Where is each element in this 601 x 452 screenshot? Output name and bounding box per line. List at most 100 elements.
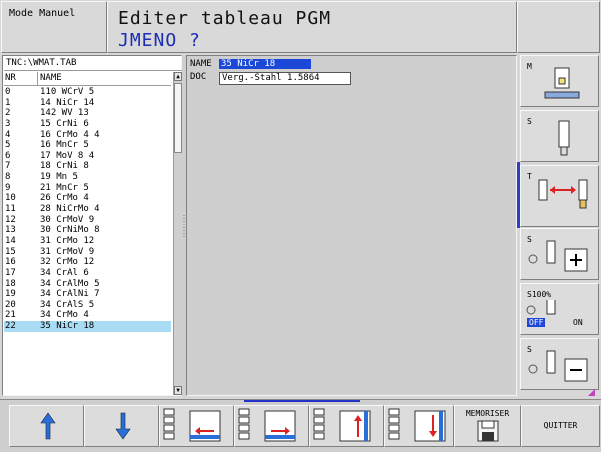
row-nr: 5 — [5, 140, 11, 151]
table-row[interactable]: 2 142 WV 13 — [4, 108, 171, 119]
row-nr: 6 — [5, 150, 11, 161]
row-name: 16 CrMo 4 4 — [40, 129, 100, 140]
row-name: 32 CrMo 12 — [40, 257, 95, 268]
table-row[interactable]: 20 34 CrAlS 5 — [4, 300, 171, 311]
save-disk-icon — [477, 420, 499, 442]
row-nr: 4 — [5, 129, 11, 140]
softkey-end[interactable] — [384, 405, 454, 447]
row-nr: 15 — [5, 246, 16, 257]
softkey-begin[interactable] — [309, 405, 384, 447]
table-row[interactable]: 16 32 CrMo 12 — [4, 257, 171, 268]
row-name: 18 CrNi 8 — [40, 161, 89, 172]
column-right-icon — [238, 408, 296, 442]
record-form: NAME 35 NiCr 18 DOC Verg.-Stahl 1.5864 — [186, 55, 517, 396]
row-name: 31 CrMo 12 — [40, 235, 95, 246]
spindle-plus-icon — [528, 240, 588, 272]
softkey-quitter[interactable]: QUITTER — [521, 405, 600, 447]
row-nr: 1 — [5, 97, 11, 108]
row-name: 19 Mn 5 — [40, 172, 78, 183]
softkey-page-right[interactable] — [234, 405, 309, 447]
softkey-up[interactable] — [9, 405, 84, 447]
row-nr: 20 — [5, 299, 16, 310]
table-row[interactable]: 10 26 CrMo 4 — [4, 193, 171, 204]
column-header-name[interactable]: NAME — [40, 72, 62, 85]
row-name: 14 NiCr 14 — [40, 97, 95, 108]
table-row[interactable]: 11 28 NiCrMo 4 — [4, 204, 171, 215]
table-row[interactable]: 13 30 CrNiMo 8 — [4, 225, 171, 236]
table-row[interactable]: 0 110 WCrV 5 — [4, 87, 171, 98]
row-name: 26 CrMo 4 — [40, 193, 89, 204]
row-nr: 2 — [5, 108, 11, 119]
column-left-icon — [163, 408, 221, 442]
row-nr: 19 — [5, 289, 16, 300]
go-end-icon — [388, 408, 446, 442]
side-key-m[interactable]: M — [520, 55, 599, 107]
row-name: 110 WCrV 5 — [40, 87, 95, 97]
table-row[interactable]: 8 19 Mn 5 — [4, 172, 171, 183]
row-name: 16 MnCr 5 — [40, 140, 89, 151]
field-doc-label: DOC — [190, 72, 207, 82]
override-off[interactable]: OFF — [527, 318, 546, 327]
table-scrollbar[interactable]: ▲ ▼ — [173, 72, 182, 395]
side-key-s-plus[interactable]: S — [520, 228, 599, 280]
column-header-nr[interactable]: NR — [5, 72, 38, 85]
row-name: 17 MoV 8 4 — [40, 150, 95, 161]
table-rows: 0 110 WCrV 5 1 14 NiCr 14 2 142 WV 13 3 15 CrNi… — [4, 87, 171, 332]
row-nr: 13 — [5, 225, 16, 236]
side-key-t[interactable]: T — [520, 165, 599, 227]
table-row[interactable]: 6 17 MoV 8 4 — [4, 151, 171, 162]
scroll-thumb[interactable] — [174, 83, 182, 153]
override-on[interactable]: ON — [573, 318, 583, 327]
title-area: Editer tableau PGM JMENO ? — [107, 1, 517, 53]
row-name: 142 WV 13 — [40, 108, 89, 119]
table-row[interactable]: 4 16 CrMo 4 4 — [4, 130, 171, 141]
field-name-input[interactable]: 35 NiCr 18 — [219, 59, 311, 69]
row-name: 28 NiCrMo 4 — [40, 204, 100, 215]
field-doc-input[interactable]: Verg.-Stahl 1.5864 — [219, 72, 351, 85]
table-row[interactable]: 1 14 NiCr 14 — [4, 98, 171, 109]
row-nr: 17 — [5, 267, 16, 278]
table-row[interactable]: 14 31 CrMo 12 — [4, 236, 171, 247]
row-name: 35 NiCr 18 — [40, 321, 95, 332]
scroll-down-icon[interactable]: ▼ — [174, 386, 182, 395]
tnc-screen: Mode Manuel Editer tableau PGM JMENO ? T… — [0, 0, 601, 452]
table-row[interactable]: 21 34 CrMo 4 — [4, 310, 171, 321]
scroll-up-icon[interactable]: ▲ — [174, 72, 182, 81]
arrow-down-icon — [115, 412, 131, 440]
row-nr: 14 — [5, 235, 16, 246]
table-row[interactable]: 12 30 CrMoV 9 — [4, 215, 171, 226]
table-row[interactable]: 22 35 NiCr 18 — [4, 321, 171, 332]
table-row[interactable]: 7 18 CrNi 8 — [4, 161, 171, 172]
table-list: TNC:\WMAT.TAB NR NAME 0 110 WCrV 5 1 14 NiC… — [2, 55, 182, 396]
row-name: 21 MnCr 5 — [40, 182, 89, 193]
table-header: NR NAME — [4, 72, 171, 86]
row-name: 31 CrMoV 9 — [40, 246, 95, 257]
table-row[interactable]: 3 15 CrNi 6 — [4, 119, 171, 130]
table-row[interactable]: 17 34 CrAl 6 — [4, 268, 171, 279]
row-name: 34 CrAl 6 — [40, 267, 89, 278]
row-nr: 18 — [5, 278, 16, 289]
override-label: S100% — [527, 290, 552, 299]
softkey-memoriser[interactable]: MEMORISER — [454, 405, 521, 447]
side-key-s-minus[interactable]: S — [520, 338, 599, 390]
table-row[interactable]: 19 34 CrAlNi 7 — [4, 289, 171, 300]
mode-label: Mode Manuel — [9, 8, 76, 19]
memoriser-label: MEMORISER — [465, 409, 510, 418]
table-row[interactable]: 5 16 MnCr 5 — [4, 140, 171, 151]
side-key-override[interactable]: S100% OFF ON — [520, 283, 599, 335]
row-nr: 16 — [5, 257, 16, 268]
table-row[interactable]: 15 31 CrMoV 9 — [4, 247, 171, 258]
softkey-level-indicator — [244, 400, 360, 402]
softkey-down[interactable] — [84, 405, 159, 447]
row-nr: 3 — [5, 118, 11, 129]
field-name-label: NAME — [190, 59, 212, 69]
side-key-s[interactable]: S — [520, 110, 599, 162]
page-switch-icon[interactable] — [587, 388, 597, 398]
side-key-m-label: M — [527, 62, 532, 71]
spindle-m-icon — [544, 67, 580, 99]
table-row[interactable]: 18 34 CrAlMo 5 — [4, 279, 171, 290]
tool-s-icon — [558, 120, 570, 156]
row-nr: 9 — [5, 182, 11, 193]
table-row[interactable]: 9 21 MnCr 5 — [4, 183, 171, 194]
softkey-page-left[interactable] — [159, 405, 234, 447]
